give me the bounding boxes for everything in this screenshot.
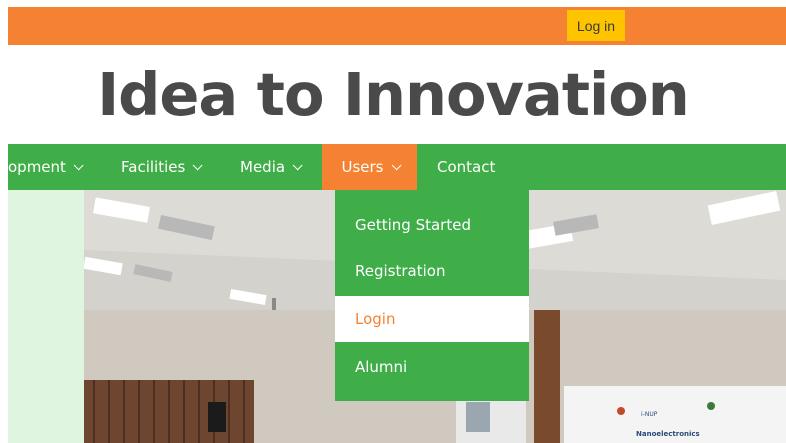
hero-side-panel [8,190,84,443]
site-title: Idea to Innovation [97,60,690,129]
svg-text:Nanoelectronics: Nanoelectronics [636,430,700,438]
chevron-down-icon [73,159,84,170]
login-button[interactable]: Log in [567,10,625,41]
nav-item-label: Contact [437,158,496,176]
menu-item-alumni[interactable]: Alumni [335,344,529,390]
nav-item-development[interactable]: opment [8,144,84,190]
menu-item-getting-started[interactable]: Getting Started [335,202,529,248]
chevron-down-icon [292,159,303,170]
main-nav: opment Facilities Media Users Contact [8,144,786,190]
nav-item-facilities[interactable]: Facilities [121,144,203,190]
svg-text:i-NUP: i-NUP [641,411,658,418]
top-bar [8,7,786,45]
nav-item-contact[interactable]: Contact [437,144,495,190]
nav-item-label: Media [240,158,286,176]
nav-item-label: Users [341,158,384,176]
nav-item-label: Facilities [121,158,186,176]
chevron-down-icon [391,159,402,170]
nav-item-media[interactable]: Media [240,144,303,190]
chevron-down-icon [192,159,203,170]
menu-item-login[interactable]: Login [335,296,529,342]
nav-item-users[interactable]: Users [322,144,417,190]
menu-item-registration[interactable]: Registration [335,248,529,294]
nav-item-label: opment [8,158,66,176]
users-dropdown-menu: Getting Started Registration Login Alumn… [335,190,529,401]
